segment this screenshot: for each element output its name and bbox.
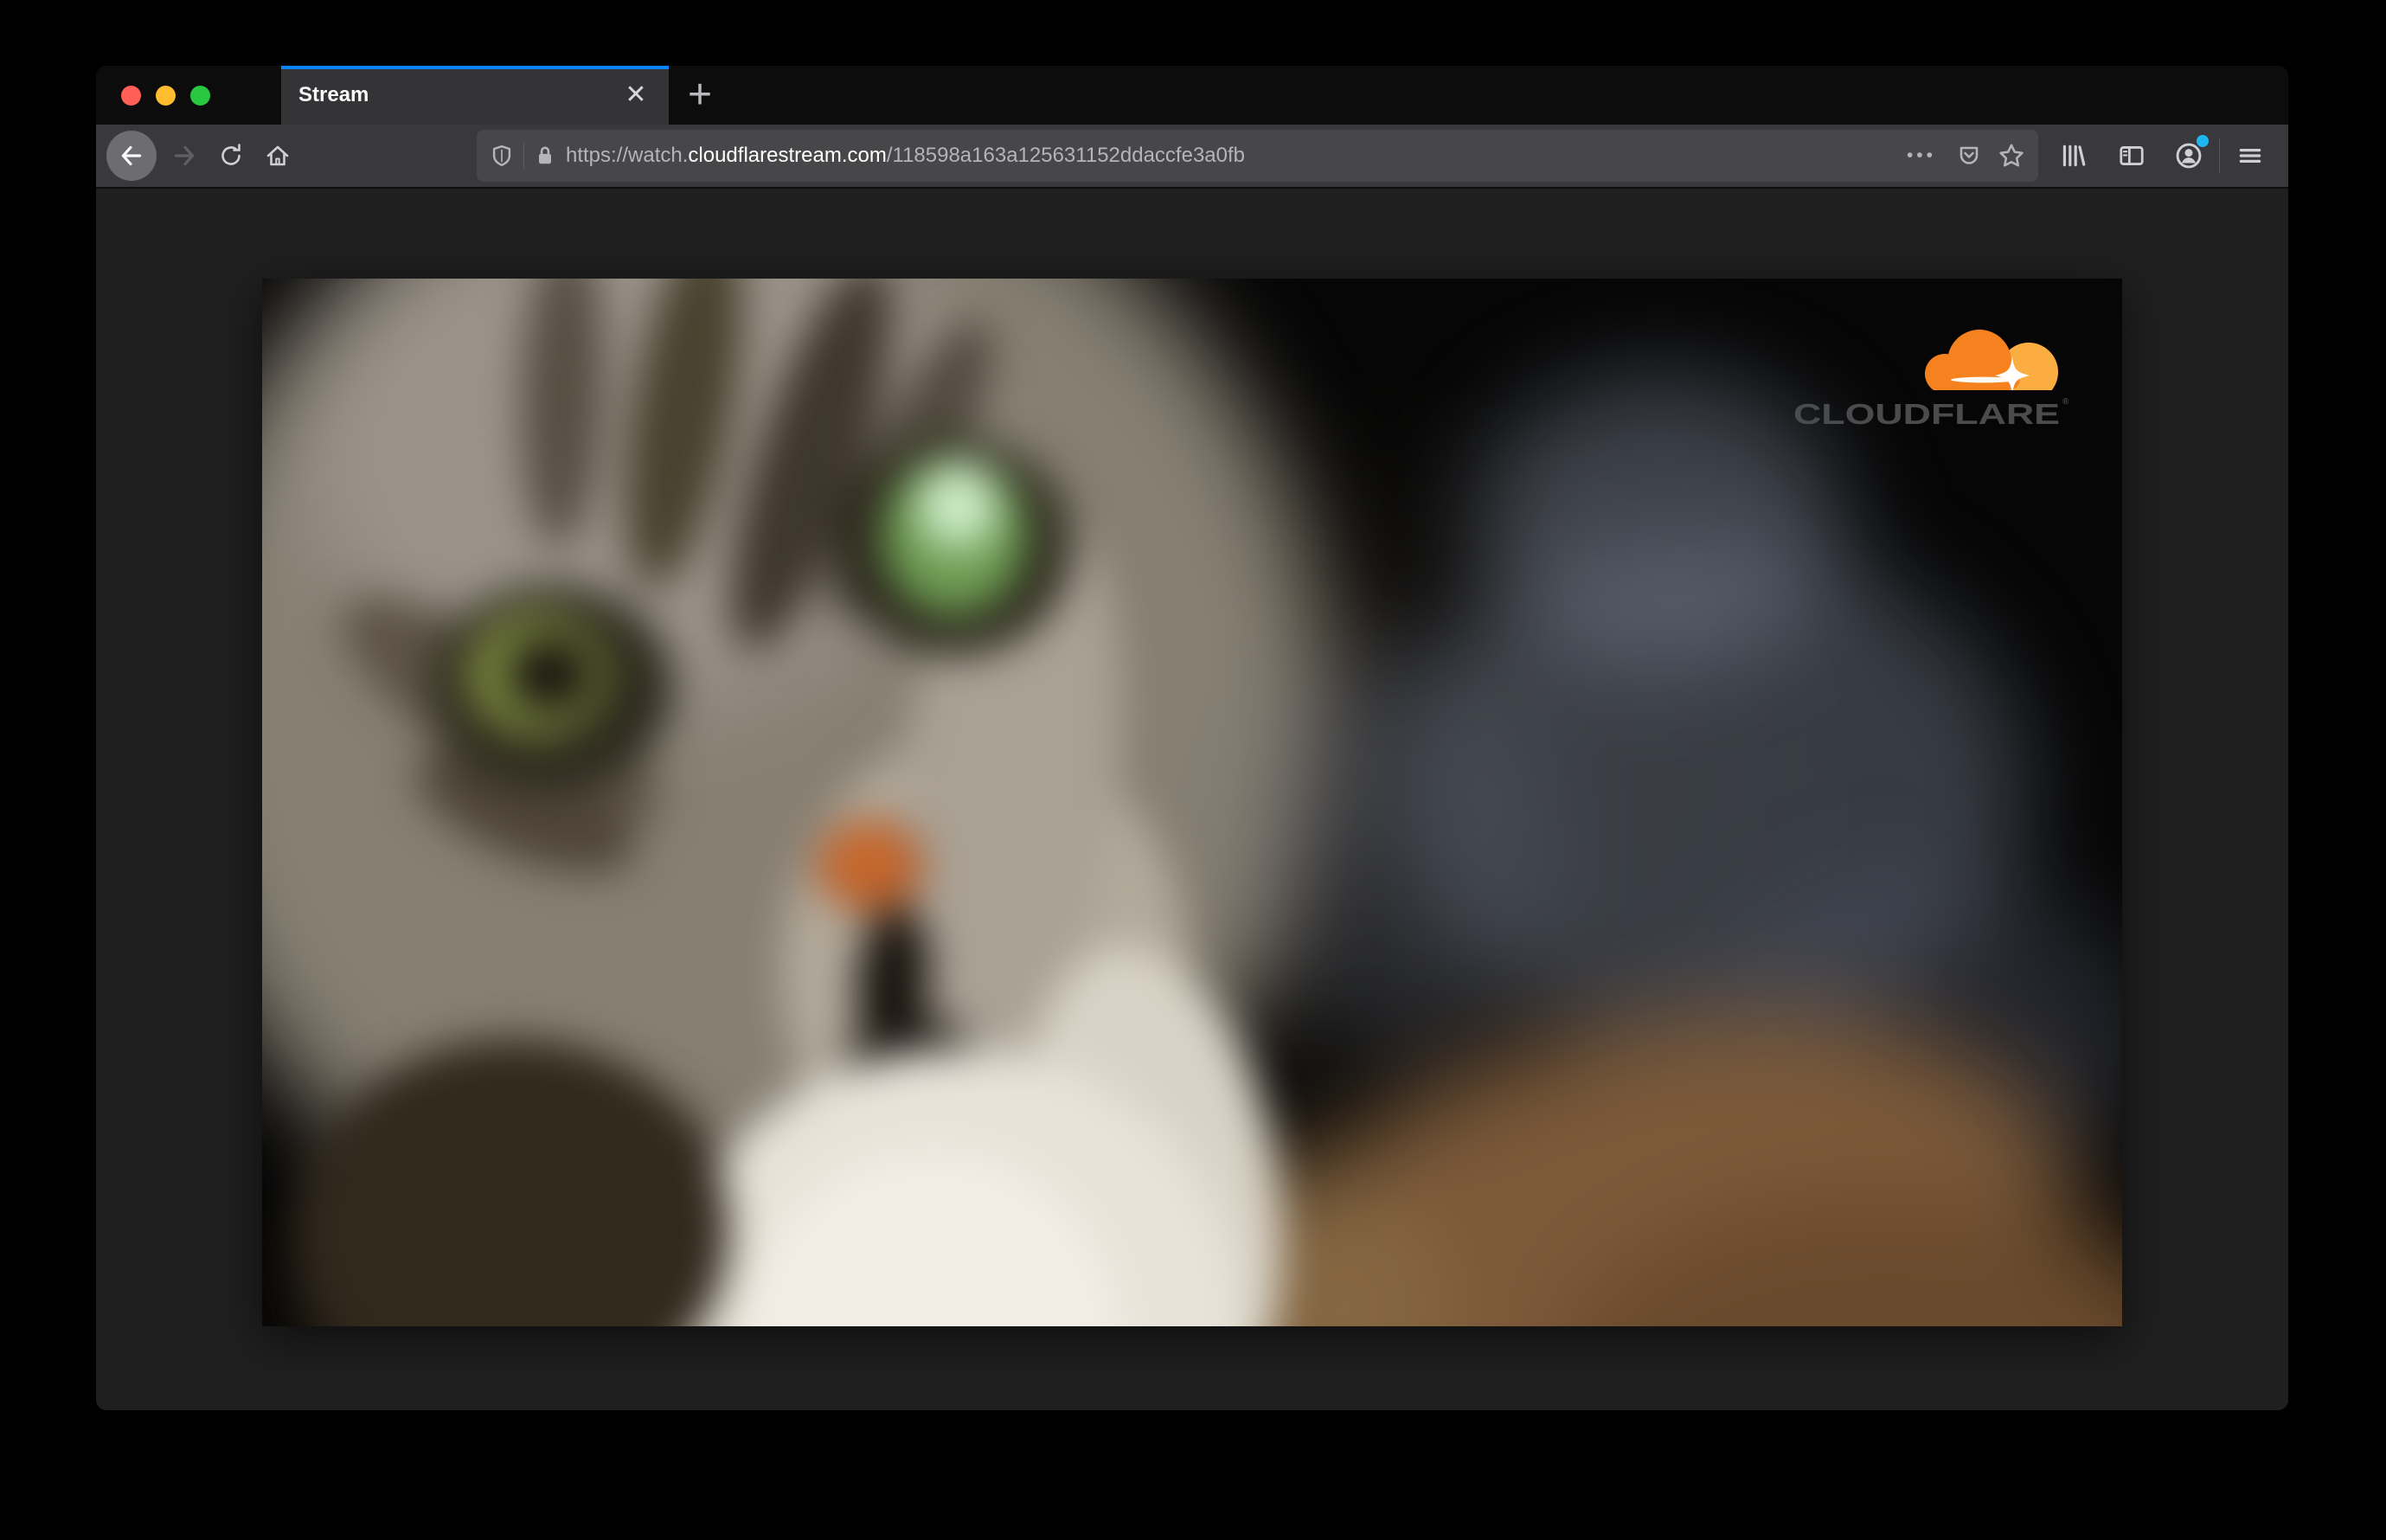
url-text[interactable]: https://watch.cloudflarestream.com/11859… [566, 144, 1902, 168]
tab-close-icon[interactable]: ✕ [619, 78, 653, 112]
cat-blob [918, 462, 997, 549]
url-path: /118598a163a125631152ddaccfe3a0fb [886, 144, 1246, 167]
sidebar-button[interactable] [2113, 137, 2151, 175]
pocket-button[interactable] [1955, 142, 1983, 170]
video-frame-detail-layer [262, 279, 2122, 1326]
back-button[interactable] [106, 131, 157, 181]
url-prefix: https://watch. [566, 144, 689, 167]
library-icon [2062, 144, 2086, 167]
zoom-window-button[interactable] [190, 85, 210, 106]
arrow-right-icon [174, 145, 195, 166]
urlbar-separator [523, 144, 524, 168]
tab-stream[interactable]: Stream ✕ [281, 66, 669, 125]
minimize-window-button[interactable] [156, 85, 176, 106]
navigation-toolbar: https://watch.cloudflarestream.com/11859… [96, 125, 2288, 189]
browser-window: Stream ✕ + https://watch.cloudflarestrea… [96, 66, 2288, 1410]
tab-title: Stream [298, 83, 369, 106]
cat-blob [509, 638, 591, 711]
lock-icon[interactable] [533, 144, 557, 168]
cat-blob [297, 1040, 729, 1326]
page-actions-icon[interactable]: ••• [1907, 145, 1936, 166]
cloudflare-cloud-icon [1925, 330, 2058, 390]
tab-strip: Stream ✕ + [96, 66, 2288, 125]
toolbar-separator [2219, 138, 2220, 173]
cloudflare-logo: CLOUDFLARE ® [1793, 330, 2069, 429]
page-content: CLOUDFLARE ® [96, 189, 2288, 1408]
bookmark-button[interactable] [1997, 141, 2026, 170]
menu-button[interactable] [2231, 137, 2269, 175]
video-player[interactable]: CLOUDFLARE ® [262, 279, 2122, 1326]
plus-icon: + [687, 72, 713, 118]
arrow-left-icon [121, 145, 142, 166]
close-window-button[interactable] [121, 85, 141, 106]
account-notification-dot [2197, 135, 2209, 147]
toolbar-icons [2054, 135, 2288, 175]
cat-blob [831, 831, 901, 893]
hamburger-icon [2239, 149, 2261, 163]
address-bar[interactable]: https://watch.cloudflarestream.com/11859… [477, 130, 2038, 182]
star-icon [1999, 144, 2024, 167]
tracking-protection-shield-icon[interactable] [489, 143, 515, 169]
traffic-lights [96, 66, 281, 125]
url-domain: cloudflarestream.com [688, 144, 887, 167]
home-icon [266, 145, 289, 166]
library-button[interactable] [2054, 137, 2092, 175]
reload-icon [221, 144, 241, 165]
cloudflare-registered-mark: ® [2062, 397, 2069, 407]
account-button[interactable] [2170, 135, 2209, 175]
pocket-icon [1959, 146, 1979, 164]
reload-button[interactable] [212, 137, 250, 175]
sidebar-icon [2120, 146, 2144, 165]
new-tab-button[interactable]: + [669, 66, 731, 125]
cloudflare-wordmark: CLOUDFLARE [1793, 398, 2060, 429]
forward-button[interactable] [165, 137, 203, 175]
cat-blob [516, 279, 610, 549]
home-button[interactable] [259, 137, 297, 175]
